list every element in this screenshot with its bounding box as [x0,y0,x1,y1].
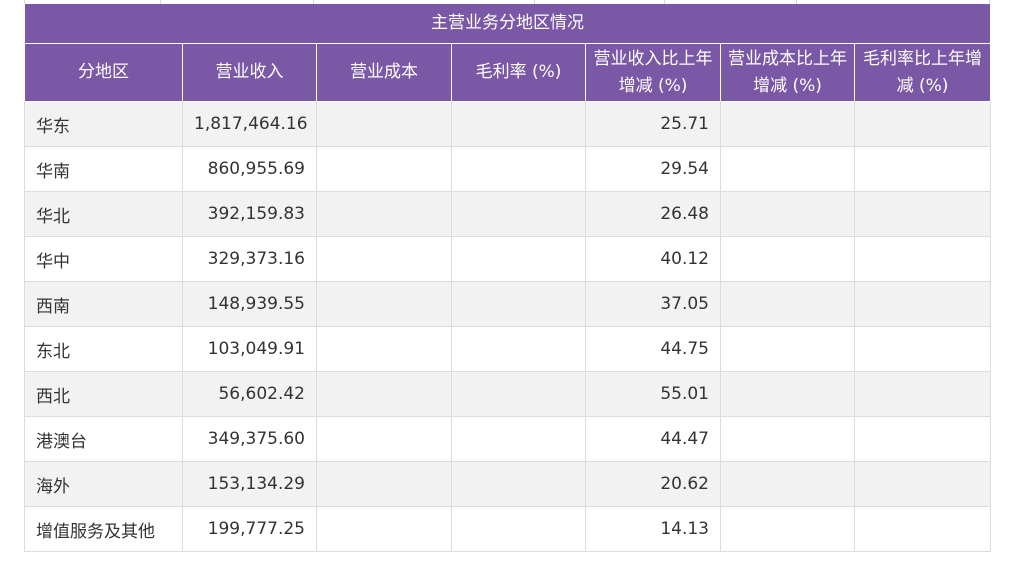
table-row: 西北 56,602.42 55.01 [24,371,992,417]
cell-revenue-change: 14.13 [585,506,721,552]
cell-cost-change [720,461,855,507]
cell-margin-change [853,281,992,327]
cell-revenue-change: 44.75 [585,326,721,372]
cell-revenue-change: 37.05 [585,281,721,327]
cell-revenue: 349,375.60 [182,416,317,462]
cell-cost-change [720,281,855,327]
table-title: 主营业务分地区情况 [23,4,992,44]
cell-cost [316,371,452,417]
cell-region: 西北 [24,371,183,417]
cell-revenue-change: 26.48 [585,191,721,237]
cell-margin-change [853,461,992,507]
cell-cost [316,461,452,507]
cell-region: 港澳台 [24,416,183,462]
cell-cost-change [720,146,855,192]
cell-region: 西南 [24,281,183,327]
cell-gross-margin [451,101,586,147]
table-row: 华中 329,373.16 40.12 [24,236,992,282]
table-row: 华南 860,955.69 29.54 [24,146,992,192]
cell-revenue: 860,955.69 [182,146,317,192]
cell-revenue: 103,049.91 [182,326,317,372]
cell-revenue: 329,373.16 [182,236,317,282]
cell-cost-change [720,506,855,552]
cell-revenue: 392,159.83 [182,191,317,237]
header-cost-change: 营业成本比上年增减 (%) [720,43,855,102]
header-row: 分地区 营业收入 营业成本 毛利率 (%) 营业收入比上年增减 (%) 营业成本… [24,43,992,102]
table-row: 东北 103,049.91 44.75 [24,326,992,372]
header-margin-change: 毛利率比上年增减 (%) [853,43,992,102]
cell-cost-change [720,101,855,147]
cell-cost-change [720,371,855,417]
table-row: 增值服务及其他 199,777.25 14.13 [24,506,992,552]
cell-cost-change [720,326,855,372]
cell-revenue-change: 25.71 [585,101,721,147]
table-body: 华东 1,817,464.16 25.71 华南 860,955.69 29.54 华北 39… [24,101,992,552]
cell-region: 华东 [24,101,183,147]
cell-revenue-change: 44.47 [585,416,721,462]
cell-region: 华北 [24,191,183,237]
cell-cost-change [720,416,855,462]
header-region: 分地区 [24,43,183,102]
cell-cost [316,326,452,372]
cell-margin-change [853,326,992,372]
cell-margin-change [853,371,992,417]
cell-revenue: 56,602.42 [182,371,317,417]
table-row: 华北 392,159.83 26.48 [24,191,992,237]
cell-revenue-change: 29.54 [585,146,721,192]
cell-cost [316,506,452,552]
cell-gross-margin [451,281,586,327]
cell-region: 华南 [24,146,183,192]
cell-revenue-change: 20.62 [585,461,721,507]
cell-revenue-change: 55.01 [585,371,721,417]
cell-margin-change [853,416,992,462]
table-row: 海外 153,134.29 20.62 [24,461,992,507]
header-revenue-change: 营业收入比上年增减 (%) [585,43,721,102]
table-row: 西南 148,939.55 37.05 [24,281,992,327]
cell-region: 华中 [24,236,183,282]
cell-cost [316,146,452,192]
cell-cost [316,416,452,462]
cell-gross-margin [451,371,586,417]
header-cost: 营业成本 [316,43,452,102]
cell-margin-change [853,146,992,192]
cell-revenue: 148,939.55 [182,281,317,327]
header-gross-margin: 毛利率 (%) [451,43,586,102]
cell-cost [316,236,452,282]
cell-margin-change [853,236,992,282]
cell-cost-change [720,191,855,237]
cell-margin-change [853,506,992,552]
cell-region: 海外 [24,461,183,507]
cell-revenue: 153,134.29 [182,461,317,507]
cell-gross-margin [451,506,586,552]
cell-revenue: 1,817,464.16 [182,101,317,147]
cell-cost [316,281,452,327]
cell-cost [316,101,452,147]
cell-region: 增值服务及其他 [24,506,183,552]
regional-revenue-table: 主营业务分地区情况 分地区 营业收入 营业成本 毛利率 (%) 营业收入比上年增… [23,4,992,552]
cell-gross-margin [451,461,586,507]
cell-cost-change [720,236,855,282]
cell-gross-margin [451,146,586,192]
table-row: 华东 1,817,464.16 25.71 [24,101,992,147]
cell-margin-change [853,101,992,147]
cell-revenue-change: 40.12 [585,236,721,282]
cell-cost [316,191,452,237]
header-revenue: 营业收入 [182,43,317,102]
cell-margin-change [853,191,992,237]
cell-gross-margin [451,326,586,372]
table-row: 港澳台 349,375.60 44.47 [24,416,992,462]
cell-gross-margin [451,191,586,237]
cell-revenue: 199,777.25 [182,506,317,552]
cell-gross-margin [451,236,586,282]
cell-region: 东北 [24,326,183,372]
cell-gross-margin [451,416,586,462]
